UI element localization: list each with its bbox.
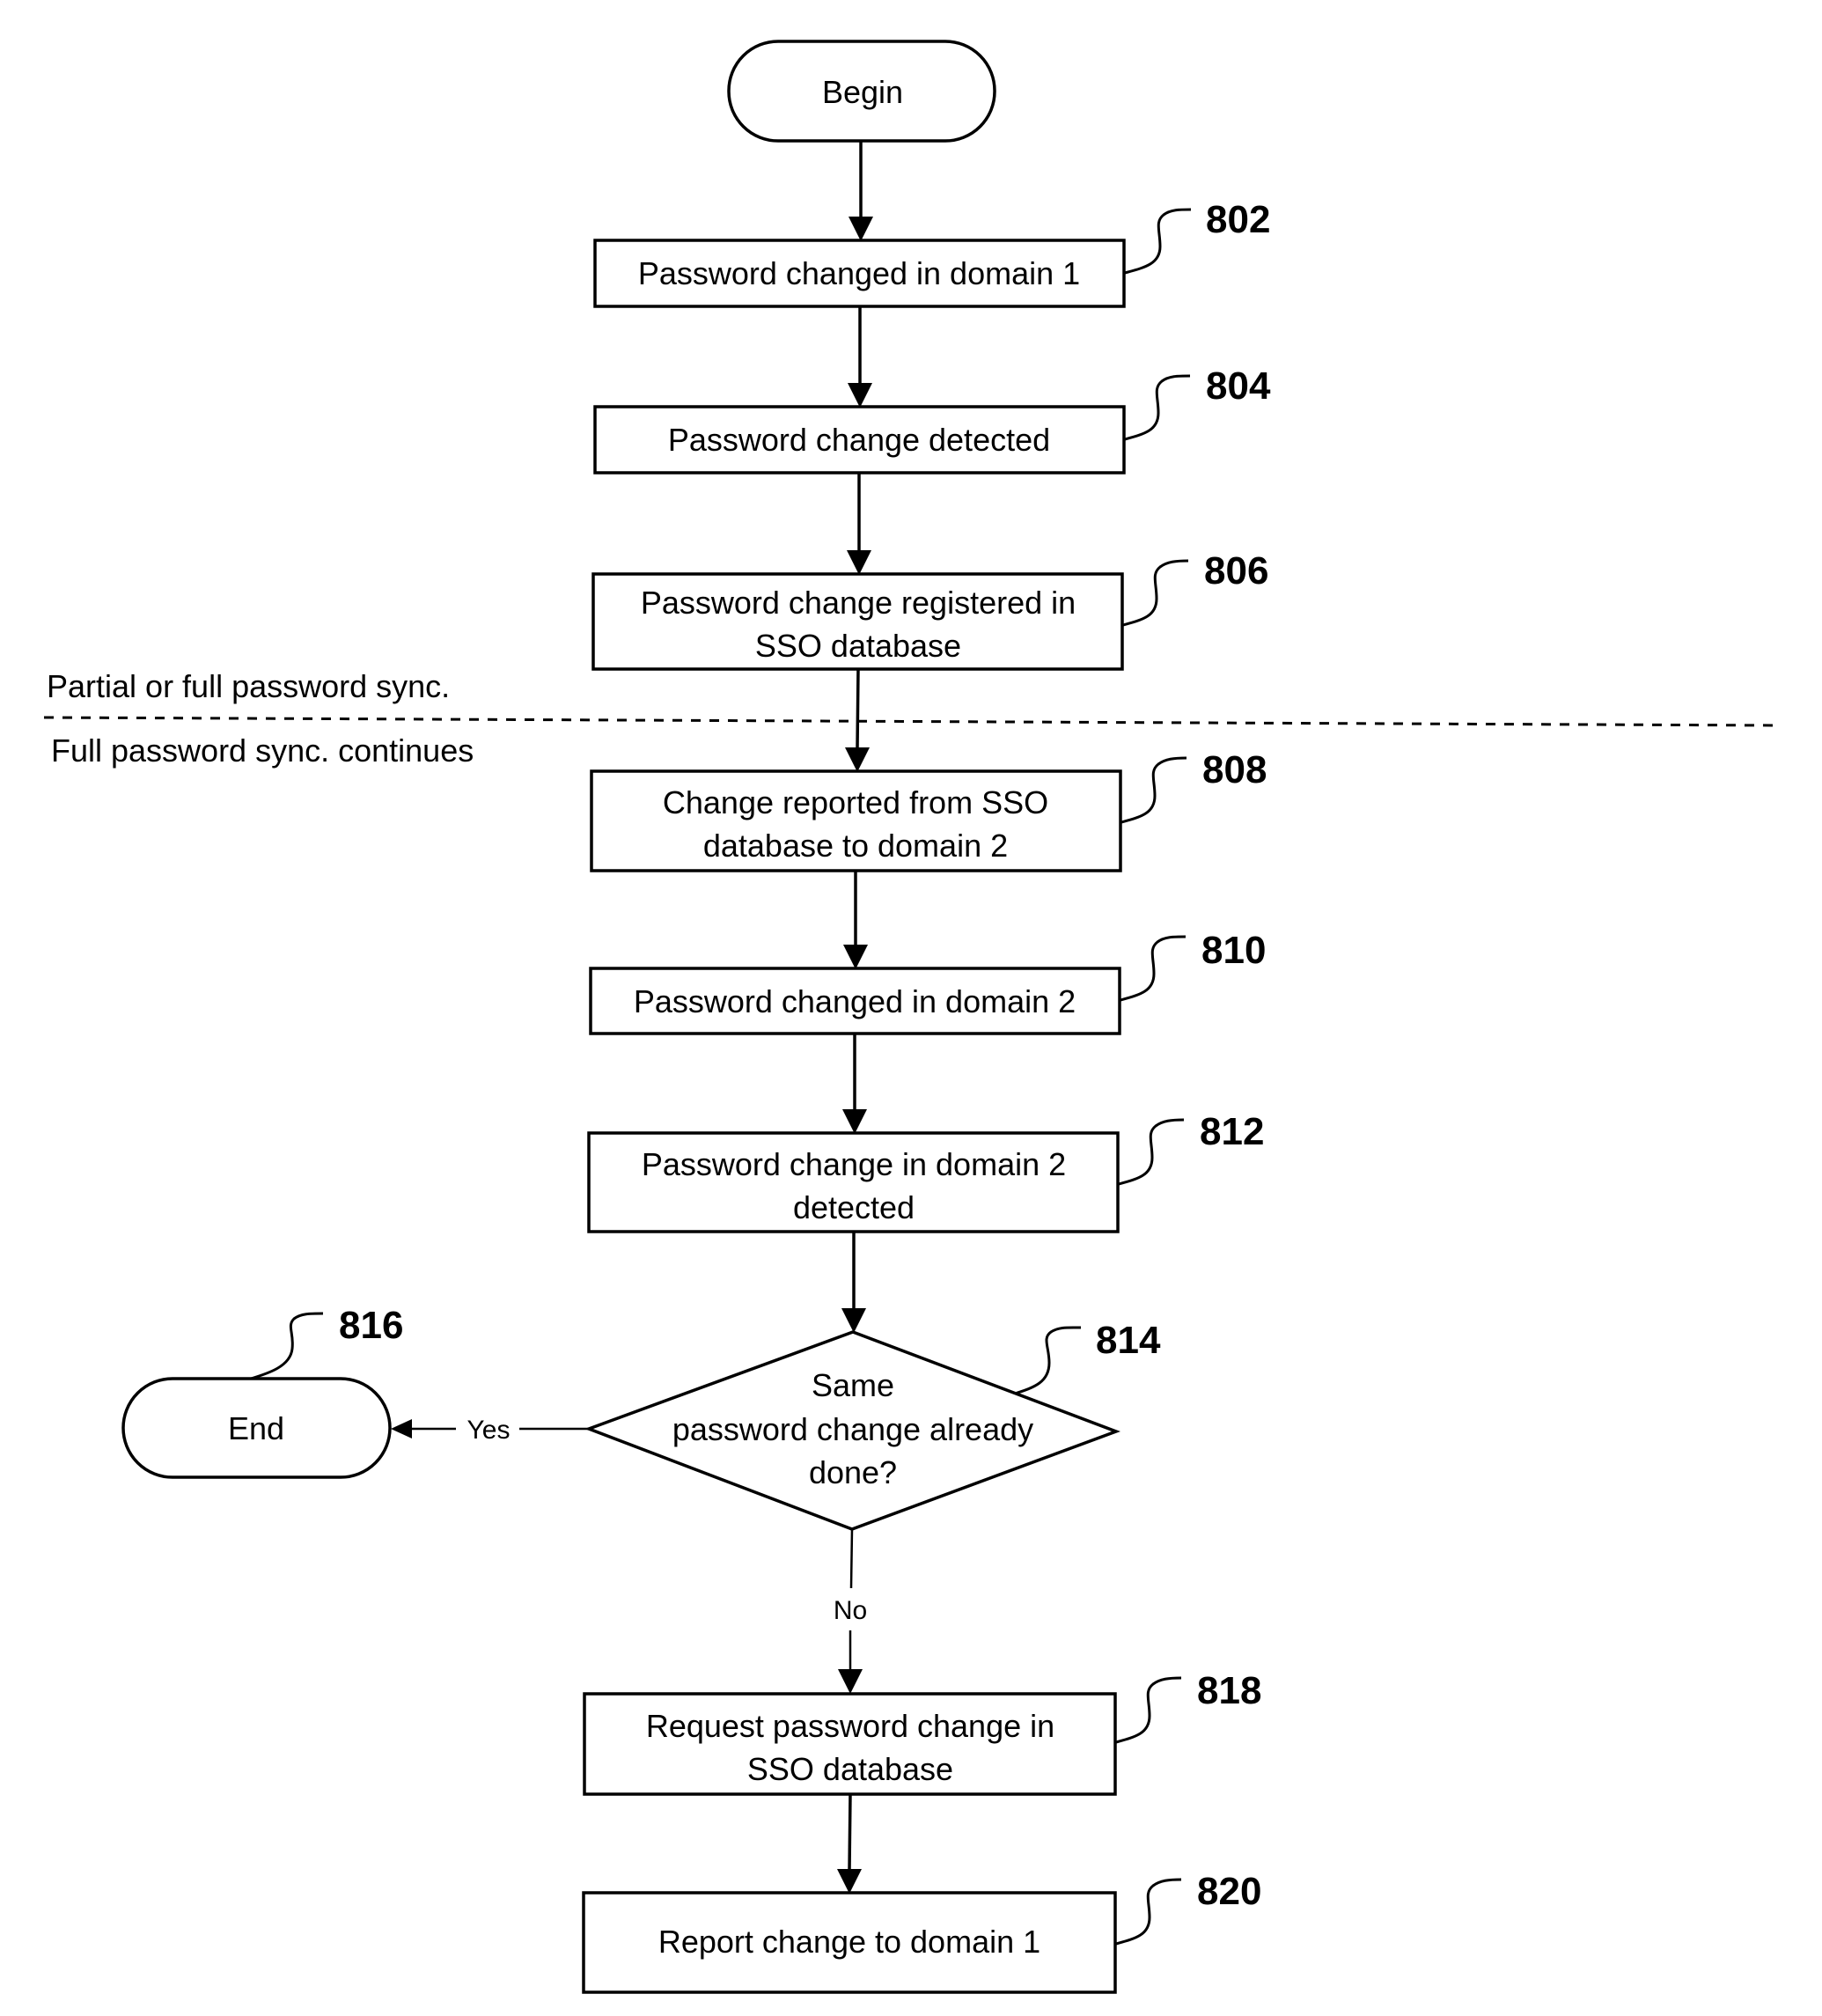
no-label: No [834,1596,867,1625]
arrowhead [842,1109,867,1134]
arrowhead [837,1869,862,1894]
step-818-text-line1: Request password change in [646,1708,1054,1744]
arrow-802-to-804 [848,306,872,408]
no-arrowhead [838,1669,863,1694]
arrowhead [843,945,868,969]
step-804-leader [1124,374,1191,441]
step-806-ref: 806 [1204,549,1268,592]
step-804-ref: 804 [1206,364,1271,408]
end-label: End [228,1410,284,1446]
arrowhead [845,747,870,772]
step-804: Password change detected 804 [593,364,1271,475]
arrow-810-to-812 [842,1034,867,1134]
step-808-text-line2: database to domain 2 [703,828,1008,864]
step-804-text: Password change detected [668,422,1050,458]
step-810-leader [1120,935,1187,1002]
step-806-text-line2: SSO database [755,628,961,664]
decision-814-leader [1014,1326,1082,1395]
step-812-text-line1: Password change in domain 2 [642,1146,1066,1182]
sync-divider: Partial or full password sync. Full pass… [43,668,1779,769]
begin-label: Begin [822,74,903,110]
decision-814: Same password change already done? 814 [584,1319,1161,1531]
connector-line [848,1793,852,1872]
step-820-ref: 820 [1197,1870,1261,1913]
no-connector-top [849,1528,854,1589]
yes-arrowhead [391,1419,412,1438]
decision-814-text-line2: password change already [672,1411,1033,1447]
step-806-leader [1122,559,1189,627]
flowchart: Begin Password changed in domain 1 802 P… [43,40,1779,1994]
arrowhead [847,550,871,575]
step-810-ref: 810 [1201,929,1266,972]
step-812: Password change in domain 2 detected 812 [587,1110,1264,1233]
step-802-leader [1124,208,1192,275]
step-812-ref: 812 [1200,1110,1264,1153]
arrow-808-to-810 [843,871,868,969]
arrowhead [848,383,872,408]
partial-sync-label: Partial or full password sync. [47,668,450,704]
step-820-text: Report change to domain 1 [658,1924,1040,1960]
end-leader [250,1312,324,1380]
step-808-leader [1120,756,1187,824]
arrow-818-to-820 [837,1793,862,1894]
step-812-text-line2: detected [793,1189,915,1225]
end-terminal: End 816 [121,1304,403,1479]
decision-814-text-line3: done? [809,1454,897,1490]
begin-terminal: Begin [727,40,996,143]
step-818-text-line2: SSO database [747,1751,953,1787]
step-808-text-line1: Change reported from SSO [663,784,1048,820]
arrow-812-to-814 [841,1232,866,1333]
step-806-text-line1: Password change registered in [641,585,1076,621]
step-802-text: Password changed in domain 1 [638,255,1080,291]
step-802-ref: 802 [1206,198,1270,241]
arrow-begin-to-802 [849,141,873,241]
decision-814-text-line1: Same [812,1367,894,1403]
decision-814-ref: 814 [1096,1319,1161,1362]
step-820: Report change to domain 1 820 [582,1870,1261,1994]
step-808: Change reported from SSO database to dom… [590,748,1267,872]
step-818-ref: 818 [1197,1669,1261,1712]
arrowhead [849,217,873,241]
yes-branch: Yes [391,1416,589,1445]
end-ref: 816 [339,1304,403,1347]
step-808-ref: 808 [1202,748,1267,791]
step-820-leader [1115,1878,1182,1946]
dashed-divider-line [43,716,1779,727]
step-802: Password changed in domain 1 802 [593,198,1270,308]
step-810: Password changed in domain 2 810 [589,929,1266,1035]
step-818: Request password change in SSO database … [583,1669,1261,1796]
step-806: Password change registered in SSO databa… [591,549,1268,671]
arrow-804-to-806 [847,473,871,575]
step-818-leader [1115,1676,1182,1744]
no-branch: No [834,1528,867,1694]
connector-line [856,668,860,750]
arrowhead [841,1308,866,1333]
yes-label: Yes [467,1416,511,1445]
full-sync-label: Full password sync. continues [51,732,474,769]
step-810-text: Password changed in domain 2 [634,983,1076,1019]
step-812-leader [1118,1118,1185,1186]
